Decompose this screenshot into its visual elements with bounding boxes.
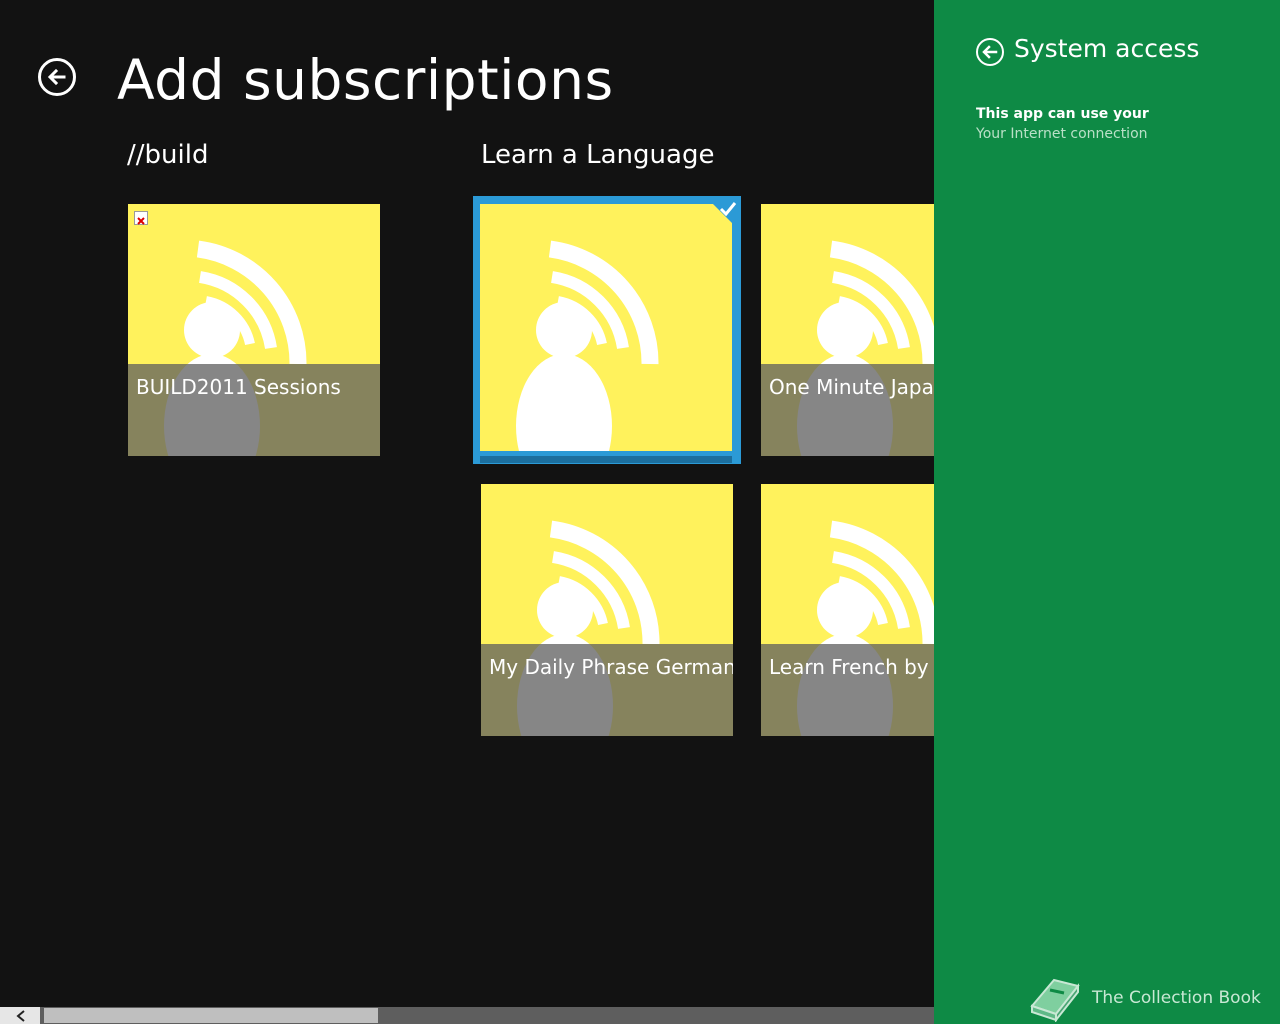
tile-caption: My Daily Phrase German (481, 644, 733, 736)
subscription-tile-one-minute-japanese[interactable]: One Minute Japar (761, 204, 934, 456)
podcast-icon (516, 240, 659, 451)
subscription-tile-selected[interactable] (473, 196, 741, 464)
chevron-left-icon (16, 1010, 25, 1022)
permission-value: Your Internet connection (976, 126, 1148, 142)
tile-label: BUILD2011 Sessions (136, 375, 341, 399)
subscription-tile-my-daily-phrase-german[interactable]: My Daily Phrase German (481, 484, 733, 736)
horizontal-scrollbar[interactable] (0, 1007, 934, 1024)
tile-caption: Learn French by P (761, 644, 934, 736)
back-button[interactable] (38, 58, 76, 96)
tile-label: Learn French by P (769, 655, 934, 679)
tile-caption: BUILD2011 Sessions (128, 364, 380, 456)
group-header-build[interactable]: //build (127, 140, 208, 170)
back-arrow-icon (47, 68, 66, 86)
checkmark-icon (706, 197, 740, 231)
book-icon (1030, 978, 1080, 1022)
tile-caption: One Minute Japar (761, 364, 934, 456)
scrollbar-thumb[interactable] (44, 1008, 378, 1023)
selection-bar (480, 456, 732, 463)
panel-back-button[interactable] (976, 38, 1004, 66)
main-content: Add subscriptions //build Learn a Langua… (0, 0, 934, 1024)
back-arrow-icon (982, 45, 998, 59)
panel-title: System access (1014, 34, 1200, 63)
brand-logo: The Collection Book (1028, 976, 1274, 1022)
page-title: Add subscriptions (117, 48, 614, 112)
subscription-tile-build2011[interactable]: BUILD2011 Sessions (128, 204, 380, 456)
brand-text: The Collection Book (1092, 988, 1261, 1008)
permission-label: This app can use your (976, 106, 1149, 122)
tile-label: My Daily Phrase German (489, 655, 733, 679)
subscription-tile-learn-french[interactable]: Learn French by P (761, 484, 934, 736)
system-access-panel: System access This app can use your Your… (934, 0, 1280, 1024)
tile-label: One Minute Japar (769, 375, 934, 399)
group-header-learn-a-language[interactable]: Learn a Language (481, 140, 714, 170)
scroll-left-button[interactable] (0, 1007, 40, 1024)
broken-image-icon (134, 211, 148, 225)
